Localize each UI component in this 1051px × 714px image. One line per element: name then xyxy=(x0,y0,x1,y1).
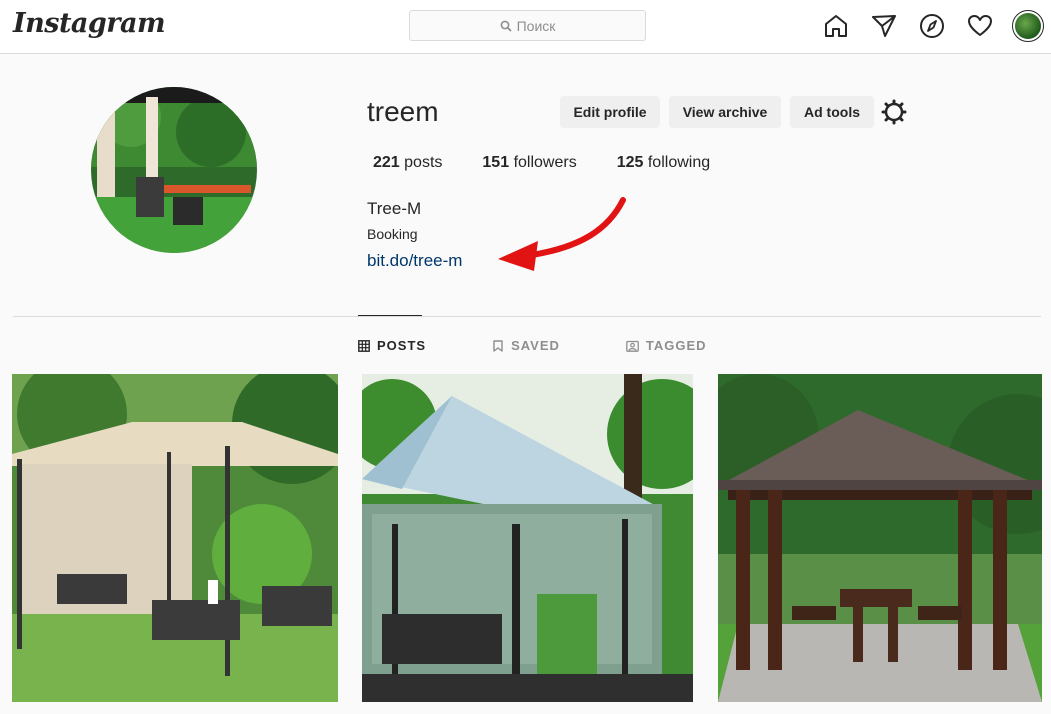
posts-count-value: 221 xyxy=(373,154,400,171)
followers-count-label: followers xyxy=(513,154,577,171)
annotation-arrow xyxy=(498,197,626,271)
tabs-divider xyxy=(13,316,1041,317)
settings-gear-icon[interactable] xyxy=(881,99,907,125)
search-icon xyxy=(500,20,512,32)
heart-icon[interactable] xyxy=(964,10,996,42)
post-thumbnail[interactable] xyxy=(718,374,1042,702)
profile-category: Booking xyxy=(367,226,418,242)
following-count-value: 125 xyxy=(616,154,644,171)
profile-tabs: POSTS SAVED TAGGED xyxy=(358,338,707,353)
profile-stats: 221 posts 151 followers 125 following xyxy=(373,154,750,172)
search-input[interactable]: Поиск xyxy=(409,10,646,41)
edit-profile-button[interactable]: Edit profile xyxy=(560,96,660,128)
view-archive-button[interactable]: View archive xyxy=(669,96,781,128)
tab-saved-label: SAVED xyxy=(511,338,560,353)
tab-posts-label: POSTS xyxy=(377,338,427,353)
home-icon[interactable] xyxy=(820,10,852,42)
direct-icon[interactable] xyxy=(868,10,900,42)
post-thumbnail[interactable] xyxy=(12,374,338,702)
tab-posts[interactable]: POSTS xyxy=(358,338,426,353)
grid-icon xyxy=(358,339,370,352)
following-count-label: following xyxy=(647,154,711,171)
tab-saved[interactable]: SAVED xyxy=(492,338,560,353)
profile-full-name: Tree-M xyxy=(367,199,422,218)
tagged-icon xyxy=(626,340,639,352)
explore-icon[interactable] xyxy=(916,10,948,42)
tab-tagged[interactable]: TAGGED xyxy=(626,338,707,353)
bookmark-icon xyxy=(493,339,503,352)
posts-count: 221 posts xyxy=(373,154,442,172)
profile-username: treem xyxy=(367,96,439,127)
posts-count-label: posts xyxy=(404,154,443,171)
nav-icons xyxy=(820,10,1044,42)
instagram-logo[interactable]: Instagram xyxy=(13,8,166,39)
tab-tagged-label: TAGGED xyxy=(645,338,707,353)
followers-link[interactable]: 151 followers xyxy=(482,154,576,172)
profile-picture[interactable] xyxy=(91,87,257,253)
top-nav: Instagram Поиск xyxy=(0,0,1051,54)
profile-bio-link[interactable]: bit.do/tree-m xyxy=(367,251,462,271)
followers-count-value: 151 xyxy=(482,154,510,171)
ad-tools-button[interactable]: Ad tools xyxy=(790,96,874,128)
active-tab-indicator xyxy=(358,315,422,316)
search-placeholder: Поиск xyxy=(516,17,556,34)
post-thumbnail[interactable] xyxy=(362,374,693,702)
profile-avatar[interactable] xyxy=(1012,10,1044,42)
following-link[interactable]: 125 following xyxy=(617,154,710,172)
